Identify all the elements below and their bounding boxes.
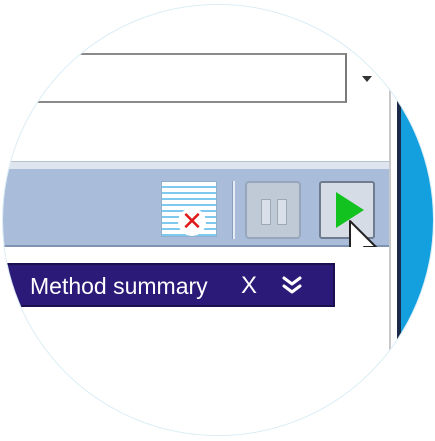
clear-log-button[interactable]: ✕ bbox=[161, 181, 217, 237]
chevron-down-icon bbox=[362, 76, 372, 82]
magnifier-lens: ✕ Method summary X bbox=[2, 4, 434, 436]
side-panel-accent bbox=[401, 5, 433, 435]
clear-log-icon: ✕ bbox=[178, 208, 206, 236]
tab-title: Method summary bbox=[30, 273, 208, 299]
pause-button[interactable] bbox=[245, 181, 301, 239]
pause-icon bbox=[277, 199, 287, 225]
method-combo-box[interactable] bbox=[3, 53, 347, 103]
toolbar-separator bbox=[232, 181, 235, 239]
app-window: ✕ Method summary X bbox=[3, 5, 433, 435]
combo-dropdown-button[interactable] bbox=[349, 53, 385, 103]
close-tab-button[interactable]: X bbox=[241, 272, 257, 300]
double-chevron-down-icon[interactable] bbox=[282, 273, 302, 297]
run-toolbar: ✕ bbox=[3, 169, 389, 247]
pause-icon bbox=[261, 199, 271, 225]
toolbar-top-border bbox=[3, 161, 389, 169]
method-summary-tab[interactable]: Method summary X bbox=[3, 263, 335, 307]
window-divider bbox=[389, 5, 391, 435]
